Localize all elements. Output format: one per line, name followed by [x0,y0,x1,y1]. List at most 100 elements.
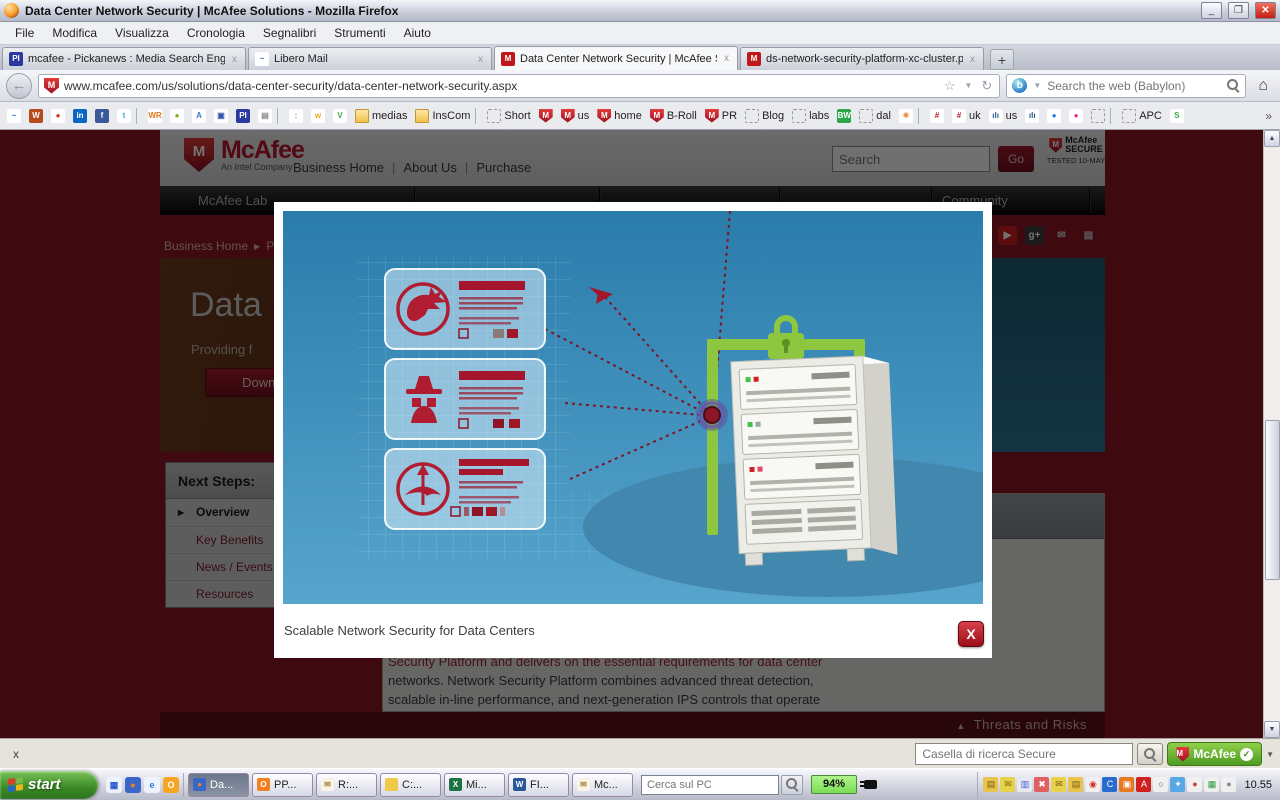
scrollbar-thumb[interactable] [1265,420,1280,580]
bookmark-item[interactable]: : [286,107,306,125]
bookmark-item[interactable]: InsCom [412,107,473,125]
bookmark-item[interactable]: ▤ [255,107,275,125]
close-button[interactable]: ✕ [1255,2,1276,19]
tray-icon[interactable]: ● [1221,777,1236,792]
tray-icon[interactable]: ● [1187,777,1202,792]
task-button[interactable]: O PP... [252,773,313,797]
tray-icon[interactable]: ▦ [1204,777,1219,792]
task-button[interactable]: W FI... [508,773,569,797]
bookmark-item[interactable]: BW [834,107,854,125]
back-button[interactable]: ← [6,73,32,99]
taskbar-search-input[interactable] [641,775,779,795]
babylon-icon[interactable]: b [1012,78,1027,93]
bookmark-item[interactable]: dal [856,107,894,125]
scroll-up-arrow-icon[interactable]: ▲ [1264,130,1280,147]
bookmark-item[interactable]: M home [594,107,645,125]
menu-item[interactable]: Strumenti [325,23,394,43]
bookmark-item[interactable]: w [308,107,328,125]
quick-launch-icon[interactable]: e [144,777,160,793]
search-icon[interactable] [1227,79,1240,92]
browser-tab[interactable]: ~ Libero Mail x [248,47,492,70]
url-bar[interactable]: M ☆ ▼ ↻ [38,74,1000,98]
bookmark-item[interactable]: labs [789,107,832,125]
web-search-box[interactable]: b ▼ [1006,74,1246,98]
bookmark-item[interactable]: f [92,107,112,125]
bookmark-item[interactable]: Blog [742,107,787,125]
tray-icon[interactable]: ✖ [1034,777,1049,792]
siteadvisor-dropdown-icon[interactable]: ▼ [1266,750,1274,759]
task-button[interactable]: ✉ Mc... [572,773,633,797]
task-button[interactable]: ● Da... [188,773,249,797]
tray-icon[interactable]: ◉ [1085,777,1100,792]
quick-launch-icon[interactable]: O [163,777,179,793]
quick-launch-icon[interactable]: ▦ [106,777,122,793]
menu-item[interactable]: Aiuto [395,23,440,43]
bookmark-item[interactable]: ● [167,107,187,125]
tray-icon[interactable]: ✦ [1170,777,1185,792]
bookmark-item[interactable]: ▣ [211,107,231,125]
start-button[interactable]: start [0,771,98,799]
quick-launch-icon[interactable]: ● [125,777,141,793]
tab-close-icon[interactable]: x [968,54,977,65]
bookmark-item[interactable]: W [26,107,46,125]
bookmark-item[interactable]: V [330,107,350,125]
secure-search-input[interactable] [915,743,1133,765]
bookmark-item[interactable]: M [536,107,556,125]
bookmark-item[interactable]: # [927,107,947,125]
vertical-scrollbar[interactable]: ▲ ▼ [1263,130,1280,738]
taskbar-search-button[interactable] [781,775,803,795]
task-button[interactable]: X Mi... [444,773,505,797]
bookmark-item[interactable]: Short [484,107,533,125]
bookmark-item[interactable]: medias [352,107,410,125]
tray-icon[interactable]: ▤ [983,777,998,792]
bookmark-item[interactable] [277,108,284,124]
browser-tab[interactable]: M ds-network-security-platform-xc-cluste… [740,47,984,70]
url-input[interactable] [64,79,937,93]
url-dropdown-icon[interactable]: ▼ [963,81,975,90]
bookmark-star-icon[interactable]: ☆ [942,78,958,94]
bookmarks-overflow-chevron[interactable]: » [1261,109,1276,123]
bookmark-item[interactable]: M us [558,107,593,125]
bookmark-item[interactable]: t [114,107,134,125]
tray-icon[interactable]: A [1136,777,1151,792]
search-engine-dropdown-icon[interactable]: ▼ [1031,81,1043,90]
menu-item[interactable]: File [6,23,43,43]
menu-item[interactable]: Modifica [43,23,106,43]
tray-icon[interactable]: C [1102,777,1117,792]
minimize-button[interactable]: _ [1201,2,1222,19]
bookmark-item[interactable]: M PR [702,107,740,125]
task-button[interactable]: C:... [380,773,441,797]
tray-icon[interactable]: ✉ [1000,777,1015,792]
browser-tab[interactable]: PI mcafee - Pickanews : Media Search Eng… [2,47,246,70]
modal-close-button[interactable]: X [958,621,984,647]
bookmark-item[interactable]: PI [233,107,253,125]
new-tab-button[interactable]: + [990,49,1014,70]
scroll-down-arrow-icon[interactable]: ▼ [1264,721,1280,738]
bookmark-item[interactable] [475,108,482,124]
web-search-input[interactable] [1047,79,1223,93]
bookmark-item[interactable] [1110,108,1117,124]
bookmark-item[interactable]: WR [145,107,165,125]
bookmark-item[interactable]: A [189,107,209,125]
bookmark-item[interactable]: ılı us [986,107,1021,125]
menu-item[interactable]: Cronologia [178,23,254,43]
task-button[interactable]: ✉ R:... [316,773,377,797]
tray-icon[interactable]: ▣ [1119,777,1134,792]
restore-button[interactable]: ❐ [1228,2,1249,19]
reload-icon[interactable]: ↻ [979,78,994,94]
tab-close-icon[interactable]: x [476,54,485,65]
tray-icon[interactable]: ✉ [1051,777,1066,792]
tab-close-icon[interactable]: x [722,53,731,64]
bookmark-item[interactable]: APC [1119,107,1165,125]
bookmark-item[interactable]: ~ [4,107,24,125]
bookmark-item[interactable]: in [70,107,90,125]
bookmark-item[interactable]: ✳ [896,107,916,125]
tab-close-icon[interactable]: x [230,54,239,65]
tray-icon[interactable]: ▤ [1068,777,1083,792]
mcafee-siteadvisor-button[interactable]: M McAfee ✓ [1167,742,1262,766]
tray-icon[interactable]: ▥ [1017,777,1032,792]
secure-search-button[interactable] [1137,743,1163,765]
menu-item[interactable]: Visualizza [106,23,178,43]
bookmark-item[interactable] [136,108,143,124]
bookmark-item[interactable]: ● [1044,107,1064,125]
